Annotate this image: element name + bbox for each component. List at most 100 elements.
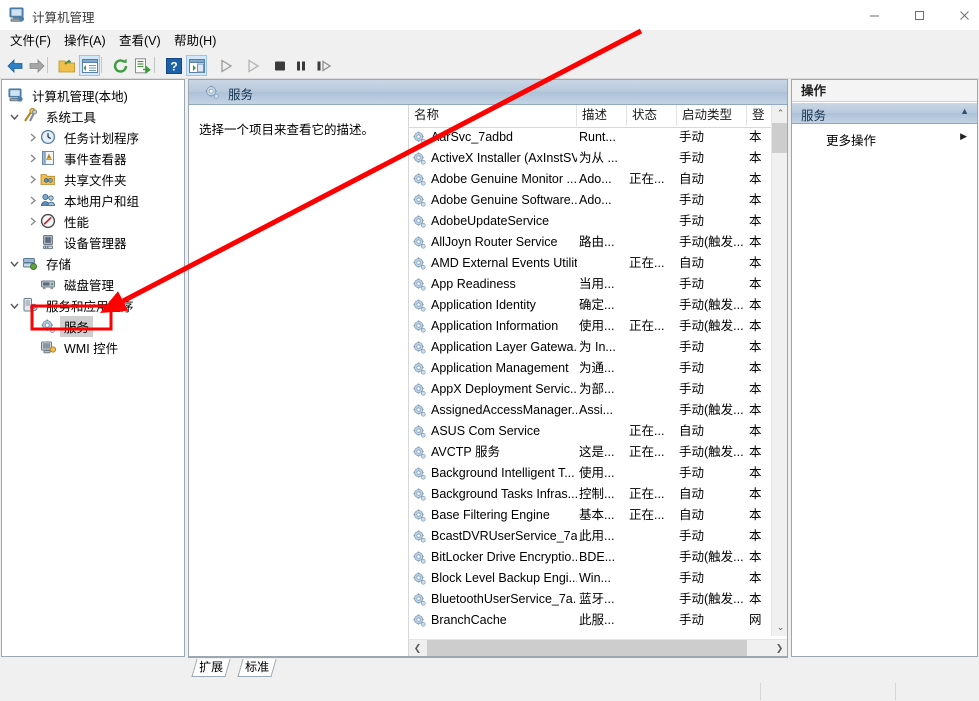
table-row[interactable]: Application Layer Gatewa... 为 In... 手动 本 xyxy=(409,337,770,358)
pause-service-icon[interactable] xyxy=(290,55,311,76)
up-folder-icon[interactable] xyxy=(56,55,77,76)
column-header-status[interactable]: 状态 xyxy=(627,105,677,126)
table-row[interactable]: ASUS Com Service 正在... 自动 本 xyxy=(409,421,770,442)
menu-action[interactable]: 操作(A) xyxy=(59,33,111,50)
scroll-left-icon[interactable]: ❮ xyxy=(409,640,426,656)
tree-node-shared-folders[interactable]: 共享文件夹 xyxy=(26,169,131,189)
resume-service-icon[interactable] xyxy=(313,55,334,76)
table-row[interactable]: Adobe Genuine Software... Ado... 手动 本 xyxy=(409,190,770,211)
table-row[interactable]: Application Management 为通... 手动 本 xyxy=(409,358,770,379)
table-row[interactable]: BitLocker Drive Encryptio... BDE... 手动(触发.… xyxy=(409,547,770,568)
menu-help[interactable]: 帮助(H) xyxy=(169,33,221,50)
restart-service-icon[interactable] xyxy=(242,55,263,76)
tab-standard[interactable]: 标准 xyxy=(237,659,277,677)
table-row[interactable]: Block Level Backup Engi... Win... 手动 本 xyxy=(409,568,770,589)
table-row[interactable]: AdobeUpdateService 手动 本 xyxy=(409,211,770,232)
show-hide-console-tree-icon[interactable] xyxy=(79,55,100,76)
back-icon[interactable] xyxy=(4,55,25,76)
minimize-button[interactable] xyxy=(852,0,897,30)
collapse-caret-icon[interactable]: ▲ xyxy=(960,106,969,116)
column-header-name[interactable]: 名称 xyxy=(409,105,577,126)
tree-node-label: 系统工具 xyxy=(46,110,97,125)
tree-node-services-and-applications[interactable]: 服务和应用程序 xyxy=(8,295,138,315)
cell-startup-type: 手动(触发... xyxy=(679,445,744,459)
tree-node-services[interactable]: 服务 xyxy=(26,315,94,337)
action-more-actions[interactable]: 更多操作 ▶ xyxy=(792,128,977,148)
chevron-right-icon[interactable] xyxy=(26,131,39,144)
tree-node-local-users-groups[interactable]: 本地用户和组 xyxy=(26,190,143,210)
column-header-description[interactable]: 描述 xyxy=(577,105,627,126)
start-service-icon[interactable] xyxy=(215,55,236,76)
cell-status: 正在... xyxy=(629,508,665,522)
chevron-down-icon[interactable] xyxy=(8,110,21,123)
table-row[interactable]: BcastDVRUserService_7a... 此用... 手动 本 xyxy=(409,526,770,547)
cell-startup-type: 手动(触发... xyxy=(679,298,744,312)
cell-name: AMD External Events Utility xyxy=(431,256,577,270)
refresh-icon[interactable] xyxy=(110,55,131,76)
chevron-down-icon[interactable] xyxy=(8,299,21,312)
tree-node-device-manager[interactable]: 设备管理器 xyxy=(26,232,131,252)
chevron-right-icon[interactable] xyxy=(26,152,39,165)
tab-extended[interactable]: 扩展 xyxy=(191,659,231,677)
scroll-down-icon[interactable]: ⌄ xyxy=(772,619,787,636)
tree-node-storage[interactable]: 存储 xyxy=(8,253,75,273)
chevron-right-icon[interactable] xyxy=(26,194,39,207)
column-header-startup-type[interactable]: 启动类型 xyxy=(677,105,747,126)
cell-name: AdobeUpdateService xyxy=(431,214,550,228)
column-header-log-on-as[interactable]: 登 xyxy=(747,105,770,126)
table-row[interactable]: AssignedAccessManager... Assi... 手动(触发... 本 xyxy=(409,400,770,421)
table-row[interactable]: Application Identity 确定... 手动(触发... 本 xyxy=(409,295,770,316)
tree-node-label: 本地用户和组 xyxy=(64,194,140,209)
cell-startup-type: 手动 xyxy=(679,529,705,543)
menu-file[interactable]: 文件(F) xyxy=(5,33,56,50)
cell-log-on-as: 本 xyxy=(749,487,762,501)
help-icon[interactable]: ? xyxy=(163,55,184,76)
close-button[interactable] xyxy=(942,0,979,30)
maximize-button[interactable] xyxy=(897,0,942,30)
shared-folders-icon xyxy=(40,171,56,187)
table-row[interactable]: App Readiness 当用... 手动 本 xyxy=(409,274,770,295)
tree-node-wmi-control[interactable]: WMI 控件 xyxy=(26,337,122,357)
table-row[interactable]: Background Intelligent T... 使用... 手动 本 xyxy=(409,463,770,484)
table-row[interactable]: Adobe Genuine Monitor ... Ado... 正在... 自动 本 xyxy=(409,169,770,190)
cell-log-on-as: 本 xyxy=(749,214,762,228)
table-row[interactable]: BluetoothUserService_7a... 蓝牙... 手动(触发... 本 xyxy=(409,589,770,610)
chevron-right-icon[interactable] xyxy=(26,215,39,228)
horizontal-scrollbar-thumb[interactable] xyxy=(427,640,747,656)
table-row[interactable]: Base Filtering Engine 基本... 正在... 自动 本 xyxy=(409,505,770,526)
table-row[interactable]: AarSvc_7adbd Runt... 手动 本 xyxy=(409,127,770,148)
table-row[interactable]: ActiveX Installer (AxInstSV) 为从 ... 手动 本 xyxy=(409,148,770,169)
show-action-pane-icon[interactable] xyxy=(186,55,207,76)
chevron-down-icon[interactable] xyxy=(8,257,21,270)
menu-view[interactable]: 查看(V) xyxy=(114,33,166,50)
table-row[interactable]: Background Tasks Infras... 控制... 正在... 自动 本 xyxy=(409,484,770,505)
cell-log-on-as: 本 xyxy=(749,550,762,564)
actions-group-services[interactable]: 服务 ▲ xyxy=(792,103,977,124)
table-row[interactable]: AMD External Events Utility 正在... 自动 本 xyxy=(409,253,770,274)
services-list-horizontal-scrollbar[interactable]: ❮ ❯ xyxy=(409,639,787,656)
tree-node-disk-management[interactable]: 磁盘管理 xyxy=(26,274,118,294)
services-list-vertical-scrollbar[interactable]: ⌃ ⌄ xyxy=(771,105,787,636)
table-row[interactable]: AllJoyn Router Service 路由... 手动(触发... 本 xyxy=(409,232,770,253)
forward-icon[interactable] xyxy=(26,55,47,76)
table-row[interactable]: Application Information 使用... 正在... 手动(触发..… xyxy=(409,316,770,337)
tree-node-event-viewer[interactable]: 事件查看器 xyxy=(26,148,131,168)
computer-management-window: 计算机管理 文件(F) 操作(A) 查看(V) 帮助(H) ? 计算机管理(本地… xyxy=(0,0,979,701)
table-row[interactable]: BranchCache 此服... 手动 网 xyxy=(409,610,770,631)
export-list-icon[interactable] xyxy=(132,55,153,76)
scroll-up-icon[interactable]: ⌃ xyxy=(772,105,787,122)
tree-node-task-scheduler[interactable]: 任务计划程序 xyxy=(26,127,143,147)
services-column-header: 名称 描述 状态 启动类型 登 xyxy=(409,105,787,128)
vertical-scrollbar-thumb[interactable] xyxy=(772,123,787,153)
tree-node-system-tools[interactable]: 系统工具 xyxy=(8,106,100,126)
stop-service-icon[interactable] xyxy=(269,55,290,76)
table-row[interactable]: AVCTP 服务 这是... 正在... 手动(触发... 本 xyxy=(409,442,770,463)
scroll-right-icon[interactable]: ❯ xyxy=(771,640,787,656)
chevron-right-icon[interactable] xyxy=(26,173,39,186)
console-tree-pane[interactable]: 计算机管理(本地) 系统工具 任务计划程序 事件查看器 共享文件夹 本地用户和组… xyxy=(1,79,185,657)
tree-node-performance[interactable]: 性能 xyxy=(26,211,93,231)
tree-node-computer-management[interactable]: 计算机管理(本地) xyxy=(8,85,132,105)
table-row[interactable]: AppX Deployment Servic... 为部... 手动 本 xyxy=(409,379,770,400)
cell-status xyxy=(629,127,679,148)
services-list[interactable]: AarSvc_7adbd Runt... 手动本 ActiveX Installer … xyxy=(409,127,770,636)
